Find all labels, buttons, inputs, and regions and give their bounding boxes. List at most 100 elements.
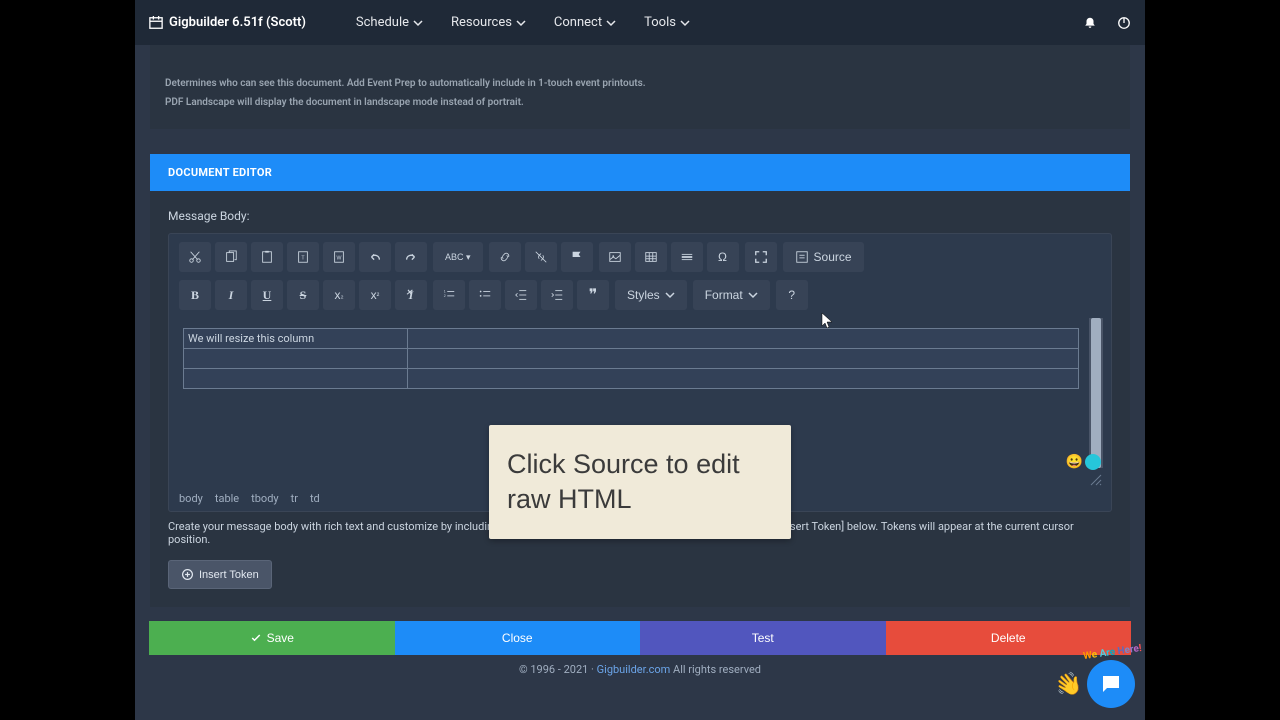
svg-text:W: W [337,256,342,262]
cut-button[interactable] [179,242,211,272]
content-area: Determines who can see this document. Ad… [135,45,1145,655]
bullet-list-button[interactable] [469,280,501,310]
section-body: Message Body: T W ABC ▾ [150,191,1130,607]
footer-link[interactable]: Gigbuilder.com [597,663,671,676]
italic-button[interactable]: I [215,280,247,310]
scrollbar[interactable] [1089,318,1103,468]
table-row[interactable]: We will resize this column [184,329,1079,349]
table-cell[interactable] [408,329,1079,349]
undo-button[interactable] [359,242,391,272]
maximize-icon [754,250,768,264]
special-char-button[interactable]: Ω [707,242,739,272]
chevron-down-icon [516,18,526,28]
footer: © 1996 - 2021 · Gigbuilder.com All right… [135,655,1145,676]
bell-icon[interactable] [1083,16,1097,30]
bold-button[interactable]: B [179,280,211,310]
source-button[interactable]: Source [783,242,864,272]
path-table[interactable]: table [215,492,239,505]
path-body[interactable]: body [179,492,203,505]
path-tr[interactable]: tr [291,492,298,505]
content-table[interactable]: We will resize this column [183,328,1079,389]
save-button[interactable]: Save [149,621,395,655]
document-editor-section: DOCUMENT EDITOR Message Body: T W ABC [150,154,1130,607]
instruction-tooltip: Click Source to edit raw HTML [489,425,791,539]
table-button[interactable] [635,242,667,272]
maximize-button[interactable] [745,242,777,272]
svg-text:2: 2 [444,294,446,298]
test-button[interactable]: Test [640,621,886,655]
indent-button[interactable] [541,280,573,310]
ul-icon [478,288,492,302]
chat-widget-button[interactable] [1087,660,1135,708]
nav-resources[interactable]: Resources [451,15,526,30]
subscript-button[interactable]: x₂ [323,280,355,310]
chevron-down-icon [606,18,616,28]
message-body-label: Message Body: [168,209,1112,223]
image-button[interactable] [599,242,631,272]
source-icon [795,250,809,264]
nav-tools[interactable]: Tools [644,15,690,30]
unlink-button[interactable] [525,242,557,272]
unlink-icon [534,250,548,264]
svg-text:1: 1 [444,289,446,293]
table-cell[interactable] [408,369,1079,389]
path-td[interactable]: td [310,492,320,505]
indent-icon [550,288,564,302]
resize-handle[interactable] [1089,472,1103,486]
table-row[interactable] [184,349,1079,369]
redo-button[interactable] [395,242,427,272]
scroll-thumb[interactable] [1091,318,1101,468]
underline-button[interactable]: U [251,280,283,310]
blockquote-button[interactable]: ❞ [577,280,609,310]
brand[interactable]: Gigbuilder 6.51f (Scott) [149,15,306,30]
path-tbody[interactable]: tbody [251,492,278,505]
spellcheck-button[interactable]: ABC ▾ [433,242,483,272]
editor-toolbar-row1: T W ABC ▾ [169,234,1111,280]
close-button[interactable]: Close [395,621,641,655]
insert-token-button[interactable]: Insert Token [168,560,272,589]
section-header: DOCUMENT EDITOR [150,154,1130,191]
table-cell[interactable] [408,349,1079,369]
table-cell[interactable]: We will resize this column [184,329,408,349]
cursor-icon [821,312,835,334]
help-button[interactable]: ? [776,280,808,310]
chevron-down-icon [413,18,423,28]
topbar: Gigbuilder 6.51f (Scott) Schedule Resour… [135,0,1145,45]
visibility-section: Determines who can see this document. Ad… [150,45,1130,129]
link-button[interactable] [489,242,521,272]
superscript-button[interactable]: x² [359,280,391,310]
nav-schedule[interactable]: Schedule [356,15,423,30]
help-text-2: PDF Landscape will display the document … [165,94,1115,111]
copy-icon [224,250,238,264]
editor-toolbar-row2: B I U S x₂ x² I✕ 12 ❞ [169,280,1111,318]
calendar-icon [149,16,163,30]
power-icon[interactable] [1117,16,1131,30]
remove-format-button[interactable]: I✕ [395,280,427,310]
chevron-down-icon [680,18,690,28]
outdent-button[interactable] [505,280,537,310]
table-cell[interactable] [184,349,408,369]
cutoff-checkboxes [165,45,1115,59]
paste-word-button[interactable]: W [323,242,355,272]
hr-button[interactable] [671,242,703,272]
undo-icon [368,250,382,264]
outdent-icon [514,288,528,302]
copy-button[interactable] [215,242,247,272]
redo-icon [404,250,418,264]
paste-button[interactable] [251,242,283,272]
paste-text-button[interactable]: T [287,242,319,272]
table-cell[interactable] [184,369,408,389]
plus-circle-icon [181,568,194,581]
styles-dropdown[interactable]: Styles [615,280,687,310]
table-row[interactable] [184,369,1079,389]
chevron-down-icon [665,290,675,300]
format-dropdown[interactable]: Format [693,280,770,310]
nav-connect[interactable]: Connect [554,15,616,30]
emoji-reactions[interactable]: 😀 [1066,454,1101,470]
cut-icon [188,250,202,264]
paste-icon [260,250,274,264]
action-bar: Save Close Test Delete [149,621,1131,655]
numbered-list-button[interactable]: 12 [433,280,465,310]
anchor-button[interactable] [561,242,593,272]
strike-button[interactable]: S [287,280,319,310]
